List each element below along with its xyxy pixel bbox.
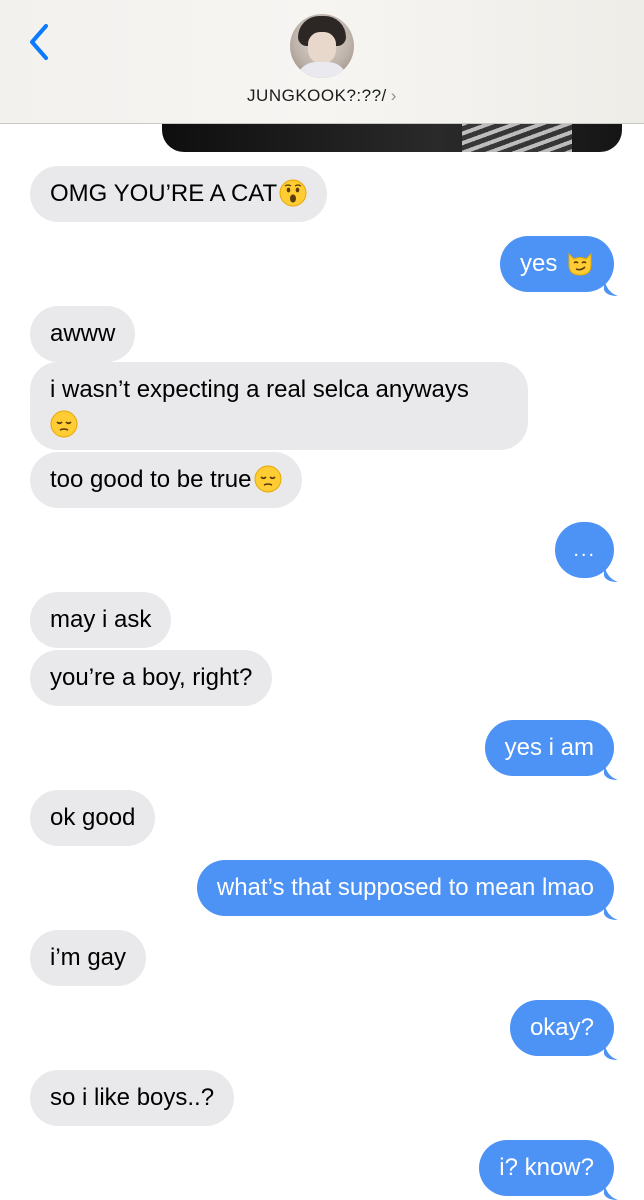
contact-name[interactable]: JUNGKOOK?:??/› xyxy=(0,86,644,106)
back-button[interactable] xyxy=(20,20,60,64)
message-bubble-received[interactable]: ok good xyxy=(30,790,156,846)
bubble-tail xyxy=(604,564,618,582)
bubble-tail xyxy=(604,278,618,296)
message-text: OMG YOU’RE A CAT xyxy=(50,180,278,207)
photo-message[interactable] xyxy=(162,122,622,152)
message-bubble-sent[interactable]: yes xyxy=(499,236,614,292)
hushed-face-icon xyxy=(279,179,307,207)
pensive-face-icon xyxy=(254,465,281,493)
chevron-right-icon: › xyxy=(390,86,397,105)
message-text: yes xyxy=(519,250,558,277)
message-bubble-sent[interactable]: what’s that supposed to mean lmao xyxy=(196,860,614,916)
message-text: yes i am xyxy=(504,734,594,761)
message-text: what’s that supposed to mean lmao xyxy=(216,874,594,901)
message-text: too good to be true xyxy=(50,466,252,493)
chevron-left-icon xyxy=(30,24,48,60)
message-bubble-received[interactable]: so i like boys..? xyxy=(30,1070,235,1126)
message-text: may i ask xyxy=(50,606,152,633)
message-bubble-received[interactable]: you’re a boy, right? xyxy=(30,650,273,706)
conversation-header: JUNGKOOK?:??/› xyxy=(0,0,644,124)
message-bubble-sent[interactable]: okay? xyxy=(509,1000,614,1056)
message-text: i wasn’t expecting a real selca anyways xyxy=(50,376,469,403)
message-text: you’re a boy, right? xyxy=(50,664,253,691)
bubble-tail xyxy=(604,762,618,780)
message-bubble-received[interactable]: too good to be true xyxy=(30,452,302,508)
message-text: awww xyxy=(50,320,116,347)
message-bubble-received[interactable]: may i ask xyxy=(30,592,172,648)
bubble-tail xyxy=(604,1042,618,1060)
message-bubble-received[interactable]: i wasn’t expecting a real selca anyways xyxy=(30,362,528,450)
message-bubble-received[interactable]: i’m gay xyxy=(30,930,147,986)
pensive-face-icon xyxy=(50,410,78,438)
message-text: ... xyxy=(573,539,596,561)
message-text: okay? xyxy=(529,1014,594,1041)
message-bubble-received[interactable]: OMG YOU’RE A CAT xyxy=(30,166,328,222)
message-text: ok good xyxy=(50,804,136,831)
contact-avatar[interactable] xyxy=(290,14,354,78)
message-text: so i like boys..? xyxy=(50,1084,215,1111)
message-bubble-received[interactable]: awww xyxy=(30,306,136,362)
message-bubble-sent[interactable]: yes i am xyxy=(484,720,614,776)
bubble-tail xyxy=(604,902,618,920)
contact-name-label: JUNGKOOK?:??/ xyxy=(247,86,387,105)
bubble-tail xyxy=(604,1182,618,1200)
message-text: i? know? xyxy=(499,1154,594,1181)
message-text: i’m gay xyxy=(50,944,127,971)
message-bubble-sent[interactable]: i? know? xyxy=(479,1140,614,1196)
smirk-cat-icon xyxy=(568,252,592,276)
